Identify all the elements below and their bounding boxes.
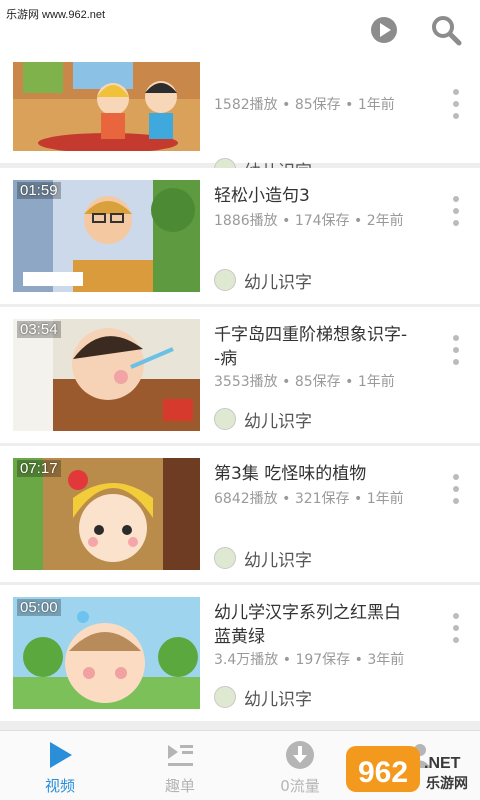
logo-suffix: .NET <box>424 755 461 772</box>
video-title[interactable]: 幼儿学汉字系列之红黑白 蓝黄绿 <box>214 601 436 649</box>
author-name: 幼儿识字 <box>244 689 312 710</box>
author-avatar <box>214 547 236 569</box>
video-thumbnail[interactable]: 05:00 <box>13 597 200 709</box>
video-duration: 01:59 <box>17 182 61 199</box>
logo-number: 962 <box>358 756 408 789</box>
search-icon[interactable] <box>430 14 462 46</box>
author-name: 幼儿识字 <box>244 272 312 293</box>
video-duration: 03:54 <box>17 321 61 338</box>
site-logo: 962 .NET 乐游网 <box>344 744 478 796</box>
play-triangle-icon <box>44 739 76 771</box>
video-meta: 1582播放 • 85保存 • 1年前 <box>214 97 395 113</box>
video-meta: 3.4万播放 • 197保存 • 3年前 <box>214 652 405 668</box>
author-name: 幼儿识字 <box>244 550 312 571</box>
tab-label: 趣单 <box>164 777 195 795</box>
more-options-icon[interactable] <box>446 89 466 119</box>
logo-caption: 乐游网 <box>426 775 468 792</box>
video-card[interactable]: 01:59 轻松小造句3 1886播放 • 174保存 • 2年前 幼儿识字 <box>0 168 480 304</box>
watermark-text: 乐游网 www.962.net <box>6 9 106 21</box>
video-list[interactable]: 1582播放 • 85保存 • 1年前 幼儿识字 01:59 轻松 <box>0 62 480 730</box>
video-card[interactable]: 07:17 第3集 吃怪味的植物 6842播放 • 321保存 • 1年前 幼儿… <box>0 446 480 582</box>
author-name: 幼儿识字 <box>244 411 312 432</box>
video-duration: 05:00 <box>17 599 61 616</box>
more-options-icon[interactable] <box>446 196 466 226</box>
video-thumbnail[interactable]: 03:54 <box>13 319 200 431</box>
video-thumbnail[interactable]: 01:59 <box>13 180 200 292</box>
video-card[interactable]: 05:00 幼儿学汉字系列之红黑白 蓝黄绿 3.4万播放 • 197保存 • 3… <box>0 585 480 721</box>
video-card[interactable]: 1582播放 • 85保存 • 1年前 幼儿识字 <box>0 62 480 182</box>
video-meta: 3553播放 • 85保存 • 1年前 <box>214 374 395 390</box>
author-avatar <box>214 269 236 291</box>
more-options-icon[interactable] <box>446 335 466 365</box>
author-row[interactable]: 幼儿识字 <box>214 546 312 571</box>
author-row[interactable]: 幼儿识字 <box>214 407 312 432</box>
tab-offline[interactable]: 0流量 <box>240 731 360 800</box>
video-thumbnail[interactable] <box>13 62 200 151</box>
video-duration: 07:17 <box>17 460 61 477</box>
tab-playlists[interactable]: 趣单 <box>120 731 240 800</box>
video-meta: 1886播放 • 174保存 • 2年前 <box>214 213 404 229</box>
video-card[interactable]: 03:54 千字岛四重阶梯想象识字- -病 3553播放 • 85保存 • 1年… <box>0 307 480 443</box>
video-title[interactable]: 第3集 吃怪味的植物 <box>214 462 436 486</box>
video-title[interactable]: 千字岛四重阶梯想象识字- -病 <box>214 323 436 371</box>
author-avatar <box>214 408 236 430</box>
playlist-icon <box>164 739 196 771</box>
play-circle-icon[interactable] <box>368 14 400 46</box>
tab-label: 视频 <box>44 777 75 795</box>
video-meta: 6842播放 • 321保存 • 1年前 <box>214 491 404 507</box>
author-avatar <box>214 686 236 708</box>
video-thumbnail[interactable]: 07:17 <box>13 458 200 570</box>
tab-label: 0流量 <box>280 777 320 795</box>
more-options-icon[interactable] <box>446 613 466 643</box>
download-icon <box>284 739 316 771</box>
video-title[interactable]: 轻松小造句3 <box>214 184 436 208</box>
more-options-icon[interactable] <box>446 474 466 504</box>
author-row[interactable]: 幼儿识字 <box>214 268 312 293</box>
tab-videos[interactable]: 视频 <box>0 731 120 800</box>
top-bar: 乐游网 www.962.net <box>0 0 480 62</box>
author-row[interactable]: 幼儿识字 <box>214 685 312 710</box>
